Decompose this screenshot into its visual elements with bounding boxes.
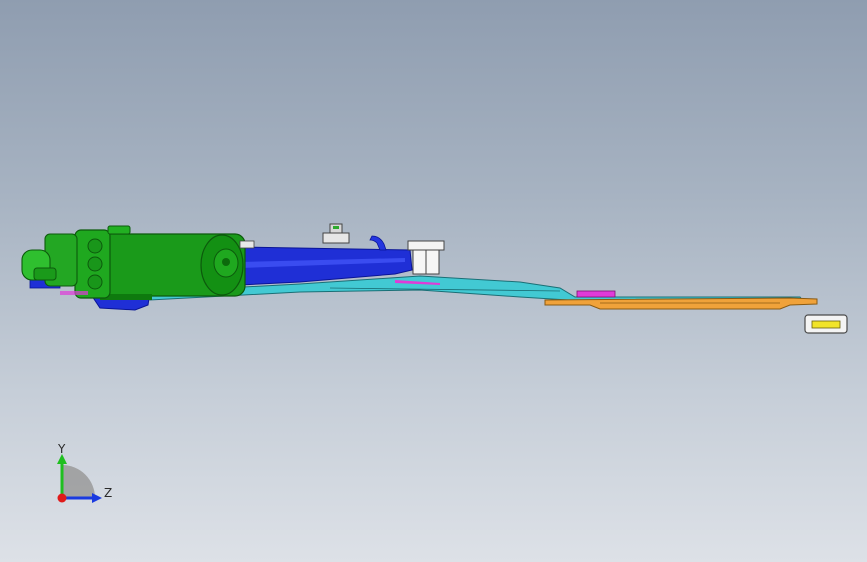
graphics-viewport[interactable]: Y Z	[0, 0, 867, 562]
orange-plate[interactable]	[544, 297, 818, 310]
y-axis-label: Y	[58, 442, 66, 456]
white-standoff[interactable]	[407, 240, 445, 275]
cad-model[interactable]	[0, 0, 867, 562]
z-axis-label: Z	[104, 486, 113, 500]
green-motor[interactable]	[99, 233, 255, 300]
triad-quadrant-shade	[62, 465, 95, 498]
hex-nut[interactable]	[322, 223, 350, 244]
x-axis-dot	[57, 493, 67, 503]
end-clip[interactable]	[804, 314, 848, 334]
